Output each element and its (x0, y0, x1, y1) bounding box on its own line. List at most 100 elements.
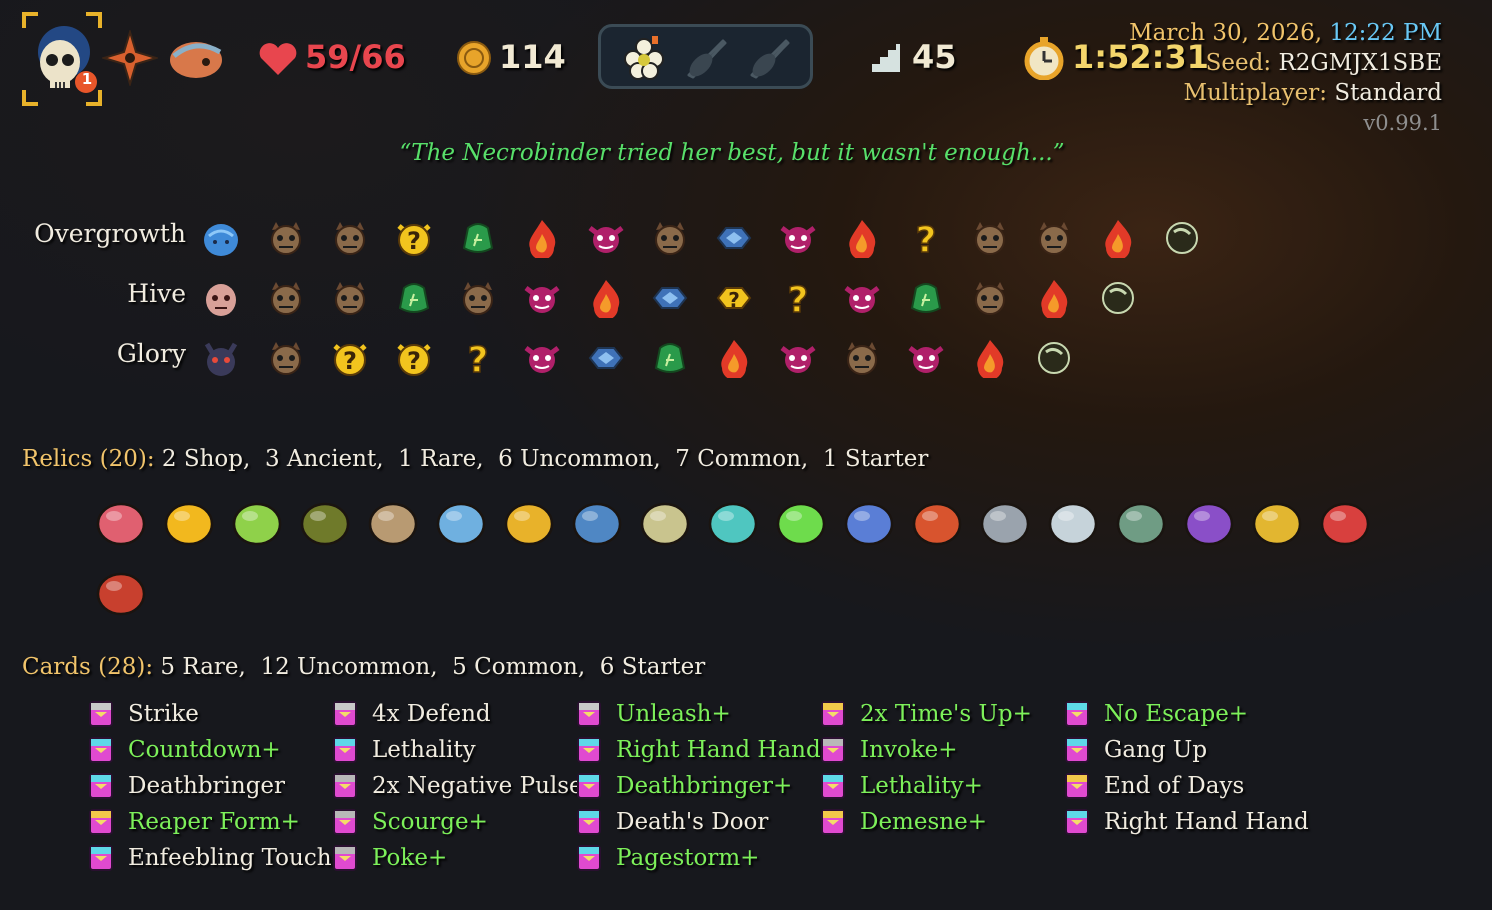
elite-node-icon[interactable] (522, 278, 562, 318)
rest-node-icon[interactable] (522, 218, 562, 260)
golden-quill-relic-icon[interactable] (1248, 492, 1306, 550)
card-name: Enfeebling Touch (128, 845, 332, 871)
monster-node-icon[interactable] (458, 278, 498, 318)
character-portrait[interactable]: 1 (20, 10, 104, 108)
card-entry[interactable]: No Escape+ (1064, 697, 1248, 731)
bowl-relic-icon[interactable] (704, 492, 762, 550)
rest-node-icon[interactable] (1098, 218, 1138, 260)
backpack-relic-icon[interactable] (364, 492, 422, 550)
card-entry[interactable]: Deathbringer+ (576, 769, 792, 803)
teapot-relic-icon[interactable] (1112, 492, 1170, 550)
card-entry[interactable]: Countdown+ (88, 733, 281, 767)
card-entry[interactable]: Unleash+ (576, 697, 731, 731)
shop-node-icon[interactable] (586, 338, 626, 378)
red-claw-relic-icon[interactable] (1316, 492, 1374, 550)
final-boss-node-icon[interactable] (1034, 338, 1074, 378)
flower-bomb-potion-icon[interactable] (619, 33, 669, 83)
card-entry[interactable]: Deathbringer (88, 769, 285, 803)
unknown-node-icon[interactable]: ? (906, 218, 946, 262)
final-boss-node-icon[interactable] (1162, 218, 1202, 258)
elite-node-icon[interactable] (778, 218, 818, 258)
newtons-cradle-relic-icon[interactable] (636, 492, 694, 550)
monster-node-icon[interactable] (970, 278, 1010, 318)
creature-companion-icon[interactable] (166, 34, 226, 84)
unknown-node-icon[interactable]: ? (778, 278, 818, 322)
rest-node-icon[interactable] (842, 218, 882, 260)
svg-text:?: ? (343, 347, 357, 375)
monster-node-icon[interactable] (266, 338, 306, 378)
empty-potion-slot-icon[interactable] (746, 37, 792, 81)
shop-node-icon[interactable] (650, 278, 690, 318)
treasure-node-icon[interactable] (458, 218, 498, 258)
bone-heart-relic-icon[interactable] (92, 492, 150, 550)
monster-node-icon[interactable] (330, 218, 370, 258)
golden-orb-relic-icon[interactable] (160, 492, 218, 550)
card-entry[interactable]: Death's Door (576, 805, 768, 839)
card-entry[interactable]: 2x Time's Up+ (820, 697, 1032, 731)
blue-slime-boss-icon[interactable] (201, 218, 241, 258)
rest-node-icon[interactable] (970, 338, 1010, 380)
dark-demon-boss-icon[interactable] (201, 338, 241, 378)
anchor-relic-icon[interactable] (568, 492, 626, 550)
card-entry[interactable]: Demesne+ (820, 805, 987, 839)
card-entry[interactable]: Strike (88, 697, 199, 731)
elite-node-icon[interactable] (586, 218, 626, 258)
card-entry[interactable]: 4x Defend (332, 697, 491, 731)
treasure-node-icon[interactable] (394, 278, 434, 318)
ninja-star-icon[interactable] (100, 28, 160, 88)
pink-creature-boss-icon[interactable] (201, 278, 241, 318)
elite-node-icon[interactable] (906, 338, 946, 378)
card-icon (88, 736, 114, 764)
card-entry[interactable]: Poke+ (332, 841, 447, 875)
monster-node-icon[interactable] (1034, 218, 1074, 258)
card-entry[interactable]: End of Days (1064, 769, 1244, 803)
shuriken-relic-icon[interactable] (976, 492, 1034, 550)
monster-node-icon[interactable] (330, 278, 370, 318)
treasure-node-icon[interactable] (650, 338, 690, 378)
card-entry[interactable]: Lethality (332, 733, 476, 767)
monster-node-icon[interactable] (970, 218, 1010, 258)
empty-potion-slot-icon[interactable] (683, 37, 729, 81)
rest-node-icon[interactable] (1034, 278, 1074, 320)
card-entry[interactable]: Scourge+ (332, 805, 488, 839)
seed-value[interactable]: R2GMJX1SBE (1278, 50, 1442, 76)
monster-node-icon[interactable] (266, 218, 306, 258)
horn-relic-icon[interactable] (500, 492, 558, 550)
card-entry[interactable]: Enfeebling Touch (88, 841, 332, 875)
monster-node-icon[interactable] (842, 338, 882, 378)
card-icon (1064, 700, 1090, 728)
shop-node-icon[interactable] (714, 218, 754, 258)
card-entry[interactable]: Pagestorm+ (576, 841, 759, 875)
card-entry[interactable]: Lethality+ (820, 769, 983, 803)
elite-node-icon[interactable] (842, 278, 882, 318)
unknown-node-icon[interactable]: ? (458, 338, 498, 382)
treasure-node-icon[interactable] (906, 278, 946, 318)
red-mask-relic-icon[interactable] (908, 492, 966, 550)
card-entry[interactable]: Invoke+ (820, 733, 958, 767)
green-bar-relic-icon[interactable] (772, 492, 830, 550)
purple-leaf-relic-icon[interactable] (1180, 492, 1238, 550)
unknown-elite-node-icon[interactable]: ? (394, 218, 434, 258)
monster-node-icon[interactable] (650, 218, 690, 258)
elite-node-icon[interactable] (778, 338, 818, 378)
card-entry[interactable]: Reaper Form+ (88, 805, 300, 839)
unknown-elite-node-icon[interactable]: ? (394, 338, 434, 378)
card-entry[interactable]: Right Hand Hand (1064, 805, 1309, 839)
unknown-monster-node-icon[interactable]: ? (714, 278, 754, 318)
elite-node-icon[interactable] (522, 338, 562, 378)
final-boss-node-icon[interactable] (1098, 278, 1138, 318)
membership-card-relic-icon[interactable] (228, 492, 286, 550)
bowler-hat-relic-icon[interactable] (296, 492, 354, 550)
monster-node-icon[interactable] (266, 278, 306, 318)
smooth-stone-relic-icon[interactable] (1044, 492, 1102, 550)
card-entry[interactable]: 2x Negative Pulse (332, 769, 583, 803)
blue-flame-relic-icon[interactable] (432, 492, 490, 550)
card-entry[interactable]: Right Hand Hand+ (576, 733, 840, 767)
blue-book-relic-icon[interactable] (840, 492, 898, 550)
card-icon (576, 808, 602, 836)
rest-node-icon[interactable] (714, 338, 754, 380)
red-mailbox-relic-icon[interactable] (92, 562, 150, 620)
unknown-elite-node-icon[interactable]: ? (330, 338, 370, 378)
rest-node-icon[interactable] (586, 278, 626, 320)
card-entry[interactable]: Gang Up (1064, 733, 1207, 767)
